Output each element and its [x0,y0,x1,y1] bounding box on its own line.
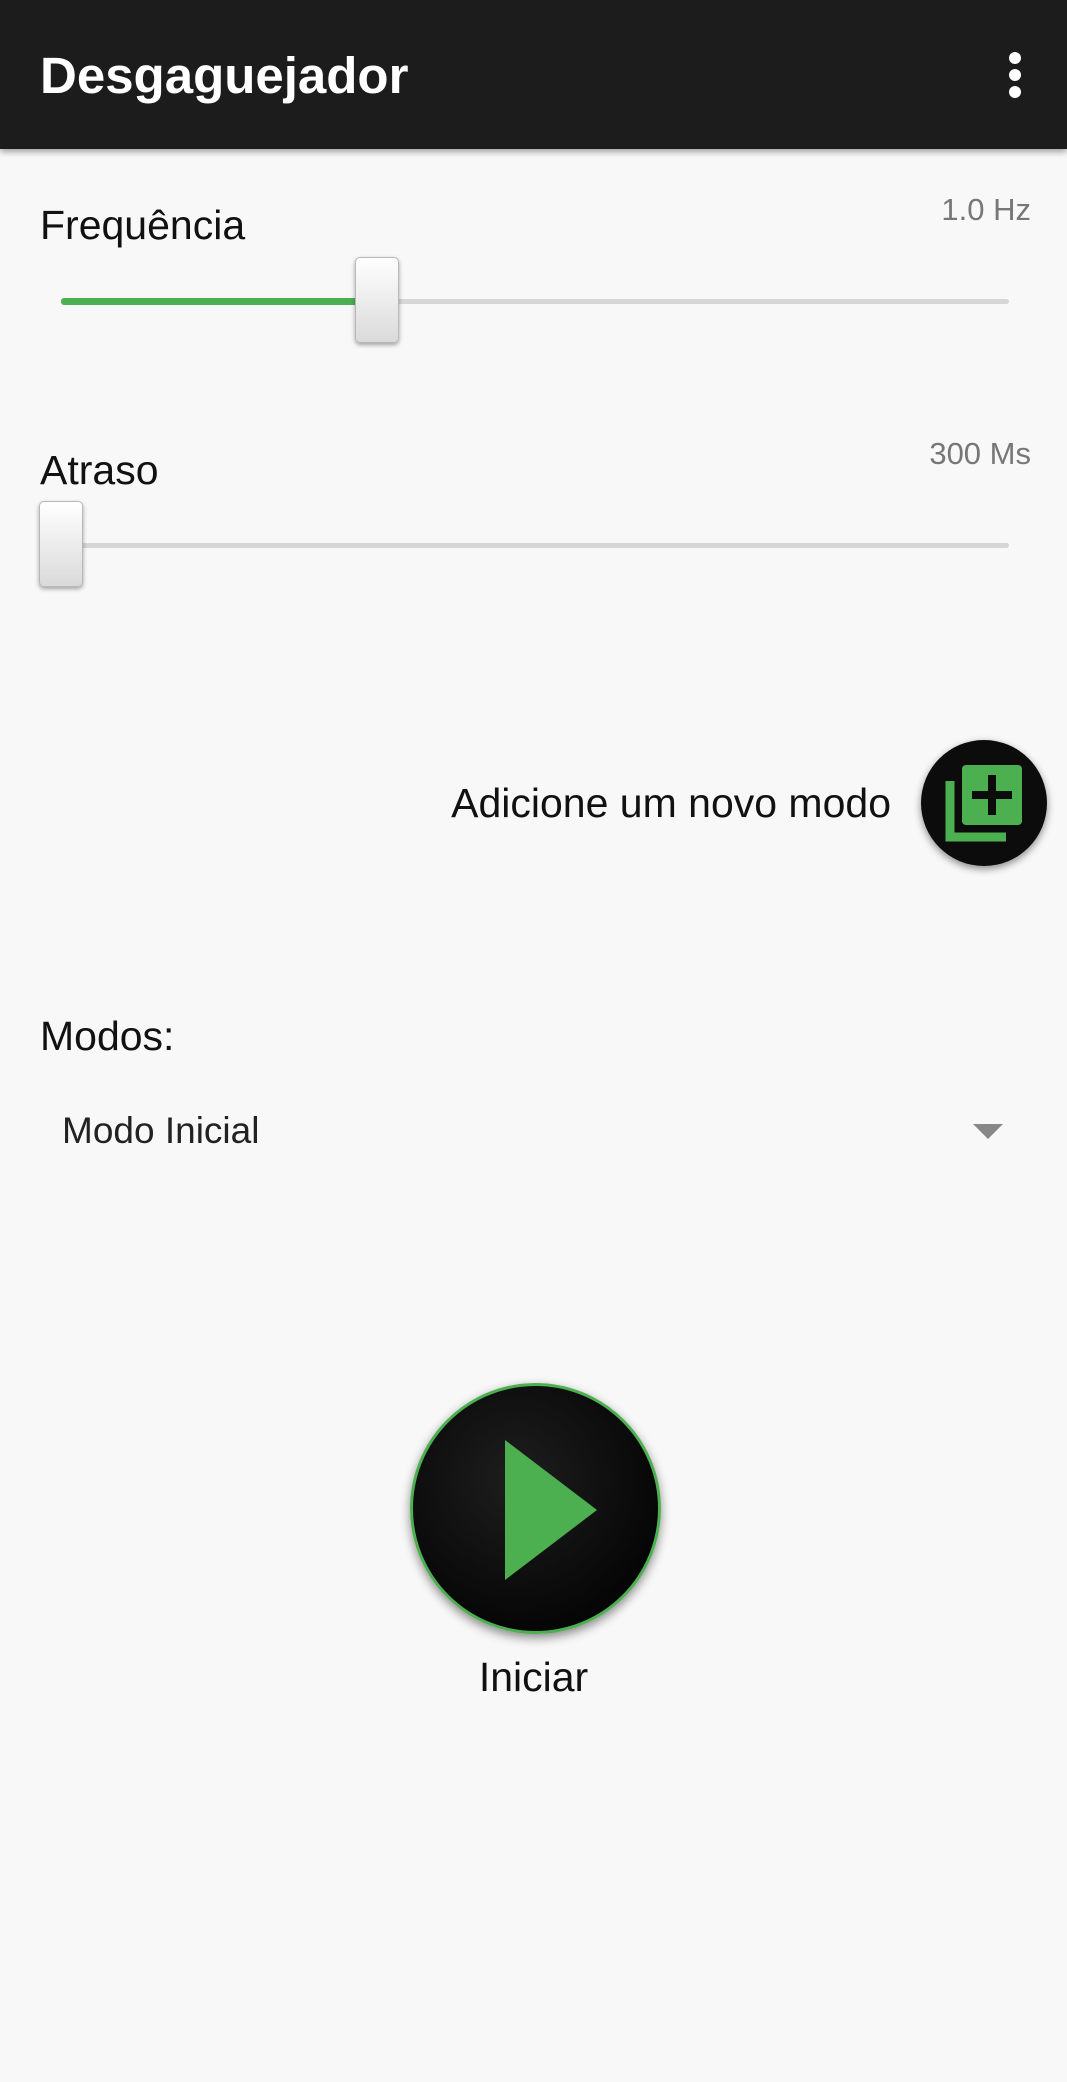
app-bar: Desgaguejador [0,0,1067,149]
frequency-slider-thumb[interactable] [354,257,399,343]
play-icon [505,1440,597,1580]
frequency-value: 1.0 Hz [941,192,1031,227]
delay-slider[interactable] [39,495,1009,595]
menu-dot [1009,86,1021,98]
menu-dot [1009,52,1021,64]
menu-dot [1009,69,1021,81]
library-add-icon [945,765,1022,842]
add-mode-button[interactable] [921,740,1047,866]
delay-slider-track [61,543,1009,548]
dropdown-arrow-icon [973,1124,1003,1139]
frequency-slider[interactable] [61,251,1009,351]
modes-label: Modos: [40,1013,175,1059]
delay-label: Atraso [40,447,159,493]
frequency-slider-fill [61,298,377,305]
delay-value: 300 Ms [929,436,1031,471]
app-title: Desgaguejador [40,47,409,104]
mode-select-value: Modo Inicial [62,1110,260,1151]
start-button[interactable] [410,1383,661,1634]
delay-slider-thumb[interactable] [39,501,83,587]
more-options-icon[interactable] [995,44,1035,104]
mode-select[interactable]: Modo Inicial [40,1096,1020,1168]
frequency-label: Frequência [40,202,246,248]
start-label: Iniciar [478,1654,589,1700]
add-mode-label: Adicione um novo modo [451,780,891,826]
